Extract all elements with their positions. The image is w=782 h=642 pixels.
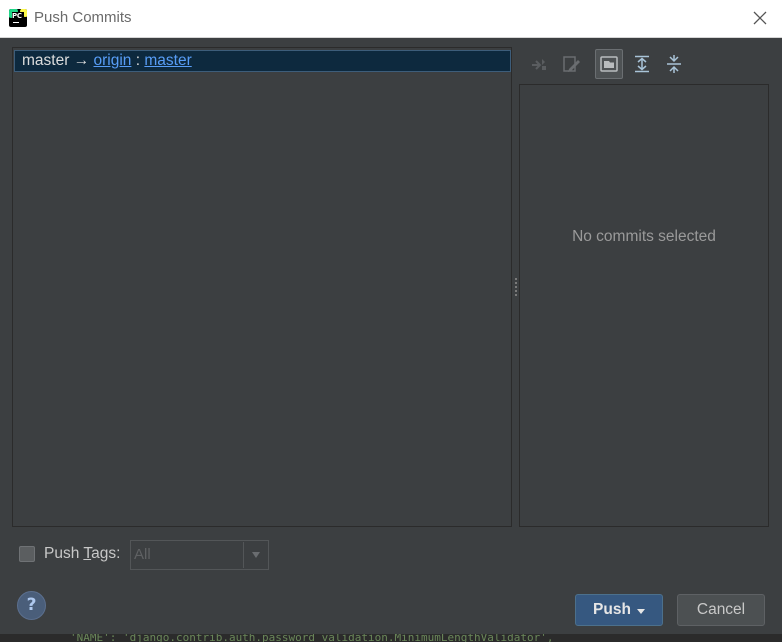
push-tags-checkbox[interactable] <box>19 546 35 562</box>
push-tags-label: Push Tags: <box>44 545 121 562</box>
window-title: Push Commits <box>34 9 132 26</box>
show-details-toggle[interactable] <box>595 49 623 79</box>
collapse-all-button[interactable] <box>660 49 688 79</box>
commits-tree-panel[interactable]: master → origin : master <box>12 47 512 527</box>
collapse-all-icon <box>667 55 681 73</box>
background-code-line: 'NAME': 'django.contrib.auth.password_va… <box>70 634 554 642</box>
arrow-icon: → <box>73 52 90 69</box>
background-editor: 'NAME': 'django.contrib.auth.password_va… <box>0 634 782 642</box>
close-icon <box>753 11 767 25</box>
dropdown-arrow-icon <box>244 541 268 569</box>
separator: : <box>135 52 141 69</box>
cherry-pick-button[interactable] <box>525 49 553 79</box>
push-tags-select-value: All <box>132 542 244 568</box>
commit-details-panel: No commits selected <box>519 84 769 527</box>
close-button[interactable] <box>750 8 770 28</box>
help-button[interactable]: ? <box>17 591 46 620</box>
cancel-button[interactable]: Cancel <box>677 594 765 626</box>
remote-branch-link[interactable]: master <box>144 52 191 69</box>
details-toolbar <box>520 48 760 80</box>
cherry-pick-icon <box>532 59 546 70</box>
local-branch-label: master <box>22 52 70 69</box>
pycharm-logo-icon: PC <box>9 9 27 27</box>
title-bar: PC Push Commits <box>0 0 782 38</box>
show-details-icon <box>600 56 618 72</box>
edit-source-icon <box>563 56 580 72</box>
push-tags-row: Push Tags: All <box>18 540 278 570</box>
edit-source-button[interactable] <box>557 49 585 79</box>
branch-row[interactable]: master → origin : master <box>14 50 511 72</box>
expand-all-button[interactable] <box>628 49 656 79</box>
expand-all-icon <box>635 55 649 73</box>
push-tags-select[interactable]: All <box>130 540 269 570</box>
push-button-label: Push <box>593 601 631 619</box>
dropdown-caret-icon <box>636 595 645 625</box>
remote-link[interactable]: origin <box>94 52 132 69</box>
empty-state-text: No commits selected <box>572 228 716 245</box>
splitter-handle[interactable] <box>514 278 518 298</box>
push-button[interactable]: Push <box>575 594 663 626</box>
